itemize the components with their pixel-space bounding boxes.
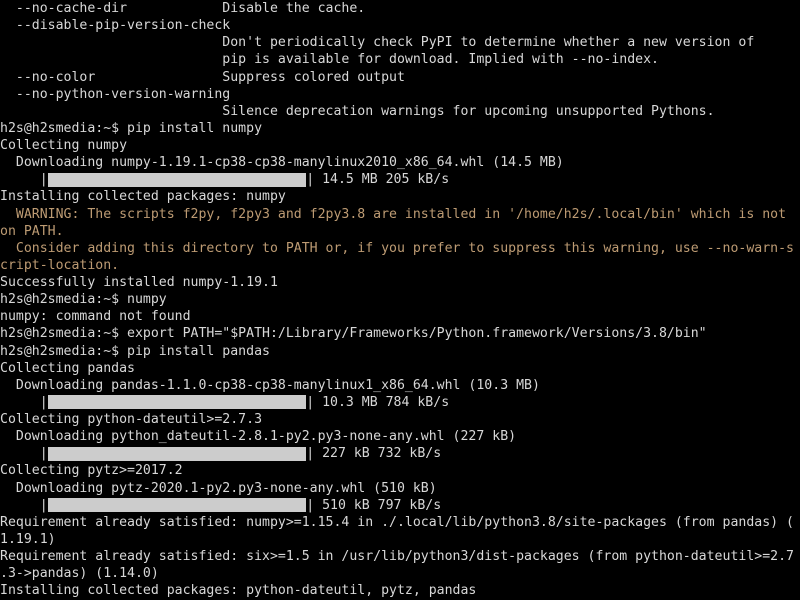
- progress-bar-fill: [47, 172, 307, 187]
- progress-bar-status-text: | 10.3 MB 784 kB/s: [306, 394, 450, 410]
- terminal-output-line: Collecting pytz>=2017.2: [0, 463, 183, 479]
- terminal-output-line: Collecting pandas: [0, 360, 135, 376]
- progress-bar-fill: [47, 446, 307, 461]
- download-progress-line: | | 510 kB 797 kB/s: [0, 497, 800, 514]
- terminal-output-line: Don't periodically check PyPI to determi…: [0, 35, 755, 51]
- terminal-output-line: Downloading pytz-2020.1-py2.py3-none-any…: [0, 480, 437, 496]
- terminal-window[interactable]: --no-cache-dir Disable the cache. --disa…: [0, 0, 800, 600]
- terminal-output-line: --disable-pip-version-check: [0, 18, 231, 34]
- terminal-output-line: .3->pandas) (1.14.0): [0, 566, 159, 582]
- terminal-output-line: h2s@h2smedia:~$ pip install pandas: [0, 343, 270, 359]
- terminal-output-line: --no-python-version-warning: [0, 86, 231, 102]
- terminal-output-line: Collecting numpy: [0, 138, 128, 153]
- terminal-output-line: numpy: command not found: [0, 309, 191, 325]
- progress-bar-status-text: | 510 kB 797 kB/s: [306, 497, 442, 513]
- progress-bar-fill: [47, 395, 307, 410]
- progress-bar-status-text: | 227 kB 732 kB/s: [306, 446, 442, 462]
- terminal-output-line: Requirement already satisfied: six>=1.5 …: [0, 549, 794, 564]
- terminal-output-line: Downloading python_dateutil-2.8.1-py2.py…: [0, 429, 517, 445]
- download-progress-line: | | 227 kB 732 kB/s: [0, 445, 800, 462]
- terminal-output-line: Successfully installed numpy-1.19.1: [0, 275, 278, 290]
- terminal-output-line: Installing collected packages: python-da…: [0, 583, 477, 599]
- terminal-output-line: h2s@h2smedia:~$ export PATH="$PATH:/Libr…: [0, 326, 707, 342]
- terminal-output-line: h2s@h2smedia:~$ pip install numpy: [0, 120, 263, 136]
- progress-bar-status-text: | 14.5 MB 205 kB/s: [306, 172, 450, 188]
- terminal-output-line: --no-color Suppress colored output: [0, 69, 405, 85]
- terminal-warning-line: cript-location.: [0, 257, 120, 273]
- terminal-output-line: pip is available for download. Implied w…: [0, 52, 659, 68]
- progress-bar-left-bracket: |: [0, 446, 48, 462]
- terminal-output-line: Downloading pandas-1.1.0-cp38-cp38-manyl…: [0, 377, 540, 393]
- progress-bar-left-bracket: |: [0, 172, 48, 188]
- terminal-output-line: Collecting python-dateutil>=2.7.3: [0, 412, 263, 427]
- download-progress-line: | | 14.5 MB 205 kB/s: [0, 171, 800, 188]
- progress-bar-fill: [47, 498, 307, 513]
- terminal-warning-line: Consider adding this directory to PATH o…: [0, 240, 794, 256]
- terminal-output-line: Downloading numpy-1.19.1-cp38-cp38-manyl…: [0, 155, 564, 171]
- terminal-output-line: --no-cache-dir Disable the cache.: [0, 1, 366, 16]
- progress-bar-left-bracket: |: [0, 394, 48, 410]
- terminal-warning-line: on PATH.: [0, 223, 64, 239]
- terminal-output-line: h2s@h2smedia:~$ numpy: [0, 292, 167, 308]
- download-progress-line: | | 10.3 MB 784 kB/s: [0, 394, 800, 411]
- terminal-output-line: Installing collected packages: numpy: [0, 189, 286, 205]
- progress-bar-left-bracket: |: [0, 497, 48, 513]
- terminal-output-line: Requirement already satisfied: numpy>=1.…: [0, 514, 794, 530]
- terminal-output-line: 1.19.1): [0, 531, 56, 547]
- terminal-warning-line: WARNING: The scripts f2py, f2py3 and f2p…: [0, 206, 787, 222]
- terminal-output-line: Silence deprecation warnings for upcomin…: [0, 103, 715, 119]
